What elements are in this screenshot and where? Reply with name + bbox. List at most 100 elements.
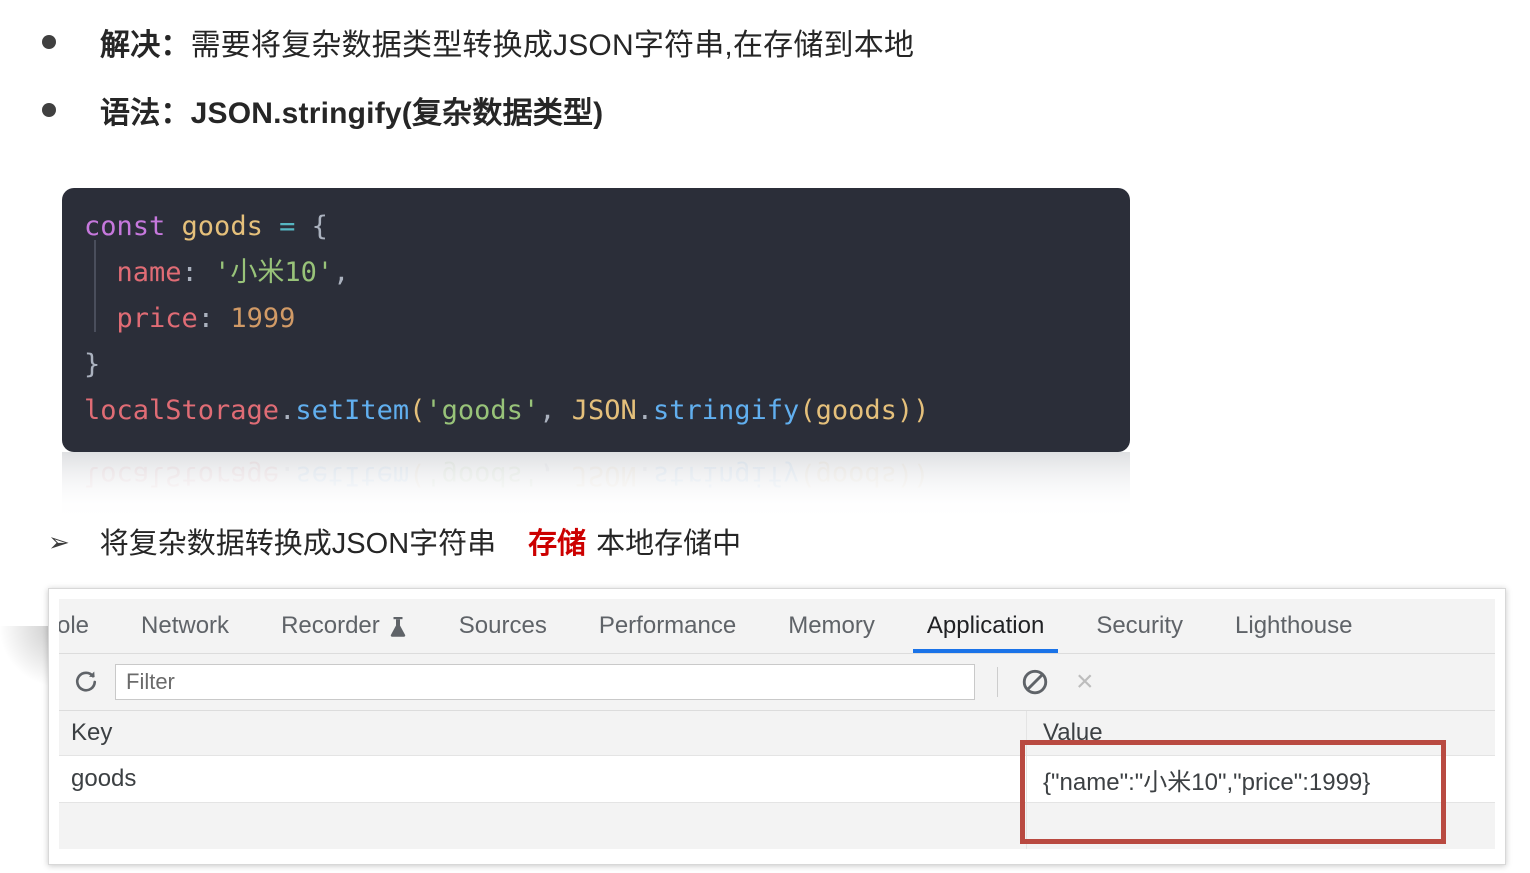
code-token: . bbox=[279, 395, 296, 426]
code-line: name: '小米10', bbox=[62, 250, 1130, 296]
code-block: const goods = { name: '小米10', price: 199… bbox=[62, 188, 1130, 452]
tab-performance[interactable]: Performance bbox=[573, 599, 762, 653]
devtools-tabbar: ole Network Recorder Sources Performance Memo… bbox=[59, 599, 1495, 654]
code-token: price bbox=[116, 303, 198, 334]
code-token: goods bbox=[181, 211, 263, 242]
tab-ole[interactable]: ole bbox=[59, 599, 115, 653]
table-row-empty[interactable] bbox=[59, 803, 1495, 849]
code-token: 'goods' bbox=[425, 395, 540, 426]
bullet-text: 解决：需要将复杂数据类型转换成JSON字符串,在存储到本地 bbox=[100, 20, 914, 64]
code-line: } bbox=[62, 342, 1130, 388]
code-token: '小米10' bbox=[214, 257, 334, 288]
tab-application[interactable]: Application bbox=[901, 599, 1070, 653]
code-token: } bbox=[84, 349, 101, 380]
clear-storage-icon[interactable] bbox=[1020, 667, 1050, 697]
toolbar-divider bbox=[997, 667, 998, 697]
code-token: setItem bbox=[295, 395, 410, 426]
code-token-reflected: localStorage bbox=[84, 460, 280, 491]
code-token: goods bbox=[815, 395, 897, 426]
code-token: )) bbox=[896, 395, 930, 426]
cell-key[interactable]: goods bbox=[59, 765, 1026, 793]
code-token-reflected: setItem bbox=[295, 460, 410, 491]
code-token: localStorage bbox=[84, 395, 280, 426]
sub-bullet-before: 将复杂数据转换成JSON字符串 bbox=[99, 528, 497, 560]
bullet-rest: JSON.stringify(复杂数据类型) bbox=[190, 97, 604, 130]
code-line: const goods = { bbox=[62, 204, 1130, 250]
tab-memory[interactable]: Memory bbox=[762, 599, 901, 653]
code-token: , bbox=[539, 395, 572, 426]
code-token-reflected: , bbox=[539, 460, 572, 491]
code-token-reflected: 'goods' bbox=[425, 460, 540, 491]
tab-recorder[interactable]: Recorder bbox=[255, 599, 433, 653]
code-token: : bbox=[197, 303, 231, 334]
code-token: ( bbox=[409, 395, 426, 426]
refresh-icon[interactable] bbox=[71, 667, 101, 697]
code-token: ( bbox=[799, 395, 816, 426]
code-token: const bbox=[84, 211, 166, 242]
code-token: 1999 bbox=[230, 303, 296, 334]
bullet-item: 语法：JSON.stringify(复杂数据类型) bbox=[0, 88, 1500, 132]
code-token-reflected: ( bbox=[409, 460, 426, 491]
bullet-dot-icon bbox=[42, 35, 56, 49]
column-header-key[interactable]: Key bbox=[59, 719, 1026, 747]
tab-label: Network bbox=[141, 612, 230, 639]
tab-label: Recorder bbox=[281, 612, 380, 639]
code-token: , bbox=[333, 257, 350, 288]
tab-lighthouse[interactable]: Lighthouse bbox=[1209, 599, 1378, 653]
code-token-reflected: . bbox=[279, 460, 296, 491]
table-row[interactable]: goods {"name":"小米10","price":1999} bbox=[59, 756, 1495, 803]
code-sample: const goods = { name: '小米10', price: 199… bbox=[62, 188, 1130, 524]
sub-bullet-item: ➢ 将复杂数据转换成JSON字符串 存储 本地存储中 bbox=[0, 520, 741, 562]
tab-network[interactable]: Network bbox=[115, 599, 255, 653]
code-token-reflected: goods bbox=[815, 460, 897, 491]
tab-label: ole bbox=[59, 612, 90, 639]
tab-label: Sources bbox=[458, 612, 547, 639]
code-token-reflected: )) bbox=[896, 460, 930, 491]
code-token: JSON bbox=[571, 395, 637, 426]
sub-bullet-highlight: 存储 bbox=[528, 528, 587, 560]
code-token: { bbox=[311, 211, 328, 242]
tab-label: Application bbox=[926, 612, 1045, 639]
arrow-bullet-icon: ➢ bbox=[48, 527, 70, 557]
tab-label: Lighthouse bbox=[1235, 612, 1353, 639]
code-token: . bbox=[636, 395, 654, 426]
code-token: name bbox=[116, 257, 182, 288]
tab-label: Memory bbox=[788, 612, 875, 639]
cell-value[interactable]: {"name":"小米10","price":1999} bbox=[1026, 756, 1495, 802]
bullet-lead: 解决： bbox=[100, 29, 191, 62]
code-line: localStorage.setItem('goods', JSON.strin… bbox=[62, 388, 1130, 434]
code-token-reflected: JSON bbox=[571, 460, 637, 491]
sub-bullet-after: 本地存储中 bbox=[596, 528, 742, 560]
flask-icon bbox=[389, 616, 407, 638]
tab-label: Performance bbox=[598, 612, 737, 639]
code-reflection-text: localStorage.setItem('goods', JSON.strin… bbox=[62, 452, 929, 498]
code-reflection: localStorage.setItem('goods', JSON.strin… bbox=[62, 452, 1130, 524]
tab-sources[interactable]: Sources bbox=[433, 599, 573, 653]
code-line: price: 1999 bbox=[62, 296, 1130, 342]
bullet-dot-icon bbox=[42, 103, 56, 117]
storage-table: Key Value goods {"name":"小米10","price":1… bbox=[59, 711, 1495, 849]
indent-guide bbox=[94, 240, 96, 332]
cell-value-empty bbox=[1026, 803, 1495, 849]
tab-label: Security bbox=[1096, 612, 1184, 639]
code-token: = bbox=[279, 211, 296, 242]
column-header-value[interactable]: Value bbox=[1026, 711, 1495, 755]
tab-security[interactable]: Security bbox=[1070, 599, 1209, 653]
code-token-reflected: stringify bbox=[653, 460, 800, 491]
filter-input[interactable] bbox=[115, 664, 975, 700]
close-icon[interactable]: × bbox=[1076, 667, 1094, 697]
sub-bullet-text: 将复杂数据转换成JSON字符串 存储 本地存储中 bbox=[100, 520, 741, 562]
devtools-inner: ole Network Recorder Sources Performance Memo… bbox=[59, 599, 1495, 854]
devtools-toolbar: × bbox=[59, 654, 1495, 711]
code-token-reflected: . bbox=[636, 460, 654, 491]
code-token: : bbox=[181, 257, 215, 288]
devtools-panel: ole Network Recorder Sources Performance Memo… bbox=[48, 588, 1506, 865]
table-header-row: Key Value bbox=[59, 711, 1495, 756]
bullet-rest: 需要将复杂数据类型转换成JSON字符串,在存储到本地 bbox=[190, 29, 915, 62]
code-token: stringify bbox=[653, 395, 800, 426]
